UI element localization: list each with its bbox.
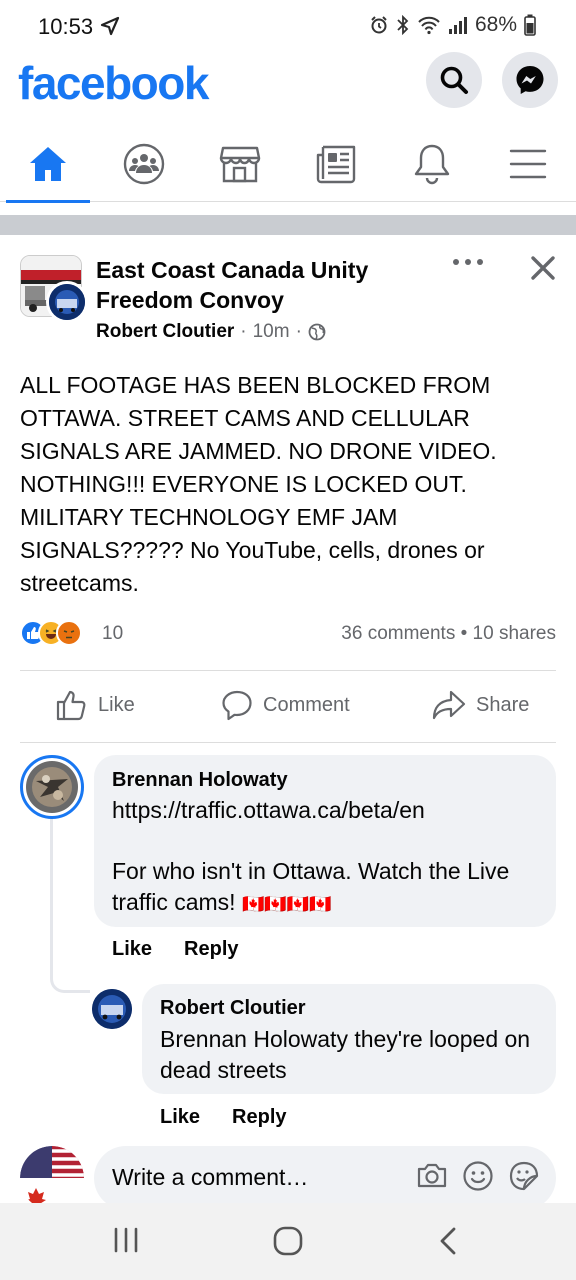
messenger-icon <box>516 66 544 94</box>
divider <box>20 742 556 743</box>
messenger-button[interactable] <box>502 52 558 108</box>
reply-author[interactable]: Robert Cloutier <box>160 997 306 1020</box>
wifi-icon <box>418 16 440 35</box>
search-button[interactable] <box>426 52 482 108</box>
write-comment-input[interactable]: Write a comment… <box>94 1146 556 1210</box>
comment-like-button[interactable]: Like <box>112 938 152 961</box>
sticker-icon[interactable] <box>508 1160 540 1192</box>
commenter-avatar[interactable] <box>20 755 84 819</box>
status-time: 10:53 <box>38 14 94 39</box>
news-icon <box>316 145 356 184</box>
engagement-summary: 36 comments • 10 shares <box>341 623 556 645</box>
meta-dot: · <box>295 321 302 342</box>
reply-bubble[interactable]: Robert Cloutier Brennan Holowaty they're… <box>142 984 556 1094</box>
marketplace-icon <box>219 146 261 183</box>
canada-flags: 🇨🇦🇨🇦🇨🇦🇨🇦 <box>241 894 332 914</box>
like-icon <box>56 690 86 721</box>
angry-reaction-icon <box>56 620 82 646</box>
menu-icon <box>509 149 547 179</box>
bell-icon <box>414 144 450 185</box>
comment-bubble[interactable]: Brennan Holowaty https://traffic.ottawa.… <box>94 755 556 927</box>
current-user-avatar[interactable] <box>20 1146 84 1210</box>
post-meta: Robert Cloutier · 10m · <box>96 321 326 343</box>
location-arrow-icon <box>100 16 120 36</box>
reply-avatar[interactable] <box>92 989 132 1029</box>
home-button-icon[interactable] <box>272 1225 304 1257</box>
share-button[interactable]: Share <box>432 689 529 721</box>
group-avatar[interactable] <box>20 255 88 323</box>
reply-like-button[interactable]: Like <box>160 1106 200 1129</box>
like-button[interactable]: Like <box>56 689 135 721</box>
comment-link[interactable]: https://traffic.ottawa.ca/beta/en <box>112 795 542 826</box>
emoji-icon[interactable] <box>462 1160 494 1192</box>
comments-count[interactable]: 36 comments <box>341 623 455 644</box>
meta-dot: · <box>240 321 247 342</box>
reaction-count[interactable]: 10 <box>102 623 123 645</box>
comment-tools <box>416 1160 540 1192</box>
divider <box>20 670 556 671</box>
more-options-icon[interactable] <box>452 257 484 267</box>
battery-icon <box>524 14 536 36</box>
post-author[interactable]: Robert Cloutier <box>96 321 234 343</box>
reaction-icons[interactable] <box>20 620 82 646</box>
comment-author[interactable]: Brennan Holowaty <box>112 769 288 792</box>
bluetooth-icon <box>397 15 409 35</box>
post-body: ALL FOOTAGE HAS BEEN BLOCKED FROM OTTAWA… <box>20 372 497 596</box>
post-actions: Like Comment Share <box>0 675 576 741</box>
comment-button[interactable]: Comment <box>221 689 350 721</box>
comment-reply-button[interactable]: Reply <box>184 938 238 961</box>
home-icon <box>30 147 66 181</box>
reply-actions: Like Reply <box>160 1106 287 1129</box>
post-time[interactable]: 10m <box>253 321 290 343</box>
write-comment-placeholder: Write a comment… <box>112 1164 309 1190</box>
tab-groups[interactable] <box>96 126 192 202</box>
tab-bar <box>0 126 576 203</box>
tab-menu[interactable] <box>480 126 576 202</box>
tab-notifications[interactable] <box>384 126 480 202</box>
author-avatar <box>46 281 88 323</box>
recent-apps-icon[interactable] <box>112 1225 140 1255</box>
app-header: facebook <box>0 52 576 118</box>
search-icon <box>440 66 468 94</box>
like-label: Like <box>98 693 135 716</box>
feed-divider <box>0 215 576 235</box>
battery-text: 68% <box>474 13 517 36</box>
share-label: Share <box>476 693 530 716</box>
reply-text: Brennan Holowaty they're looped on dead … <box>160 1026 531 1083</box>
alarm-icon <box>371 16 387 34</box>
facebook-logo[interactable]: facebook <box>18 56 209 110</box>
tab-news[interactable] <box>288 126 384 202</box>
camera-icon[interactable] <box>416 1160 448 1190</box>
status-bar: 10:53 68% <box>0 0 576 52</box>
close-icon[interactable] <box>530 255 556 281</box>
status-icons: 68% <box>369 13 536 37</box>
shares-count[interactable]: 10 shares <box>473 623 556 644</box>
group-name[interactable]: East Coast Canada Unity Freedom Convoy <box>96 255 426 315</box>
comment-icon <box>222 690 252 721</box>
globe-icon <box>308 323 326 341</box>
comment-text: For who isn't in Ottawa. Watch the Live … <box>112 856 542 920</box>
meta-dot: • <box>460 623 473 644</box>
system-nav-bar <box>0 1203 576 1280</box>
signal-icon <box>448 17 467 34</box>
comment-actions: Like Reply <box>112 938 239 961</box>
back-icon[interactable] <box>438 1225 458 1257</box>
reply-reply-button[interactable]: Reply <box>232 1106 286 1129</box>
thread-line <box>50 818 90 993</box>
reactions-row: 10 36 comments • 10 shares <box>20 620 556 650</box>
comment-label: Comment <box>263 693 350 716</box>
tab-marketplace[interactable] <box>192 126 288 202</box>
groups-icon <box>123 143 165 185</box>
tab-home[interactable] <box>0 126 96 203</box>
share-icon <box>432 690 466 720</box>
